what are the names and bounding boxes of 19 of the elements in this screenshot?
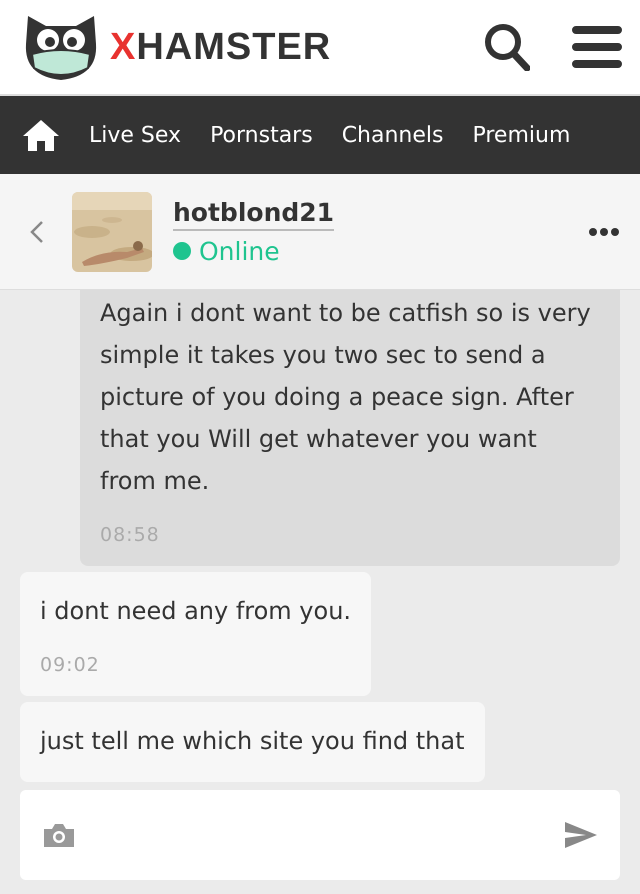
status-text: Online <box>199 236 280 266</box>
message-text: just tell me which site you find that <box>40 726 465 757</box>
camera-icon[interactable] <box>42 821 76 849</box>
logo-text[interactable]: XHAMSTER <box>110 26 332 68</box>
send-icon[interactable] <box>564 821 598 849</box>
nav-link[interactable]: Premium <box>472 122 570 148</box>
nav-link[interactable]: Channels <box>342 122 444 148</box>
message-text: i dont need any from you. <box>40 596 352 627</box>
message-time: 09:02 <box>40 654 101 676</box>
menu-icon[interactable] <box>572 25 622 69</box>
message-input[interactable] <box>20 790 620 880</box>
nav-link[interactable]: Live Sex <box>89 122 182 148</box>
nav-link[interactable]: Pornstars <box>210 122 313 148</box>
home-icon[interactable] <box>22 118 60 152</box>
back-icon[interactable] <box>30 220 44 244</box>
username-link[interactable]: hotblond21 <box>173 198 334 230</box>
more-icon[interactable] <box>588 226 620 236</box>
search-icon[interactable] <box>484 23 530 71</box>
message-text: Again i dont want to be catfish so is very simple it takes you two sec to send a picture of you doing a peace sign. After that you Will get whatever you want from me. <box>100 298 592 497</box>
